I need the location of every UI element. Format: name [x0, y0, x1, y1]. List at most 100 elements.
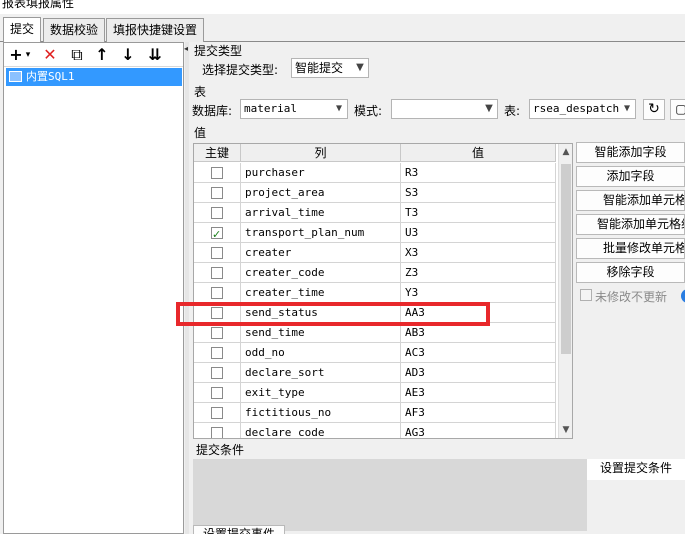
value-cell[interactable]: AE3 [401, 383, 556, 403]
table-row[interactable]: creater X3 [194, 243, 556, 263]
value-cell[interactable]: AD3 [401, 363, 556, 383]
condition-area[interactable] [193, 459, 587, 531]
smart-add-field-button[interactable]: 智能添加字段 [576, 142, 685, 163]
column-cell[interactable]: declare_sort [241, 363, 401, 383]
value-cell[interactable]: Y3 [401, 283, 556, 303]
value-cell[interactable]: AF3 [401, 403, 556, 423]
vertical-scrollbar[interactable]: ▲ ▼ [558, 144, 572, 438]
table-row[interactable]: transport_plan_numU3 [194, 223, 556, 243]
scroll-up-icon[interactable]: ▲ [559, 144, 572, 160]
batch-edit-cell-button[interactable]: 批量修改单元格 [576, 238, 685, 259]
tab-shortcut-settings[interactable]: 填报快捷键设置 [106, 18, 205, 42]
primary-key-cell [194, 423, 241, 438]
column-cell[interactable]: fictitious_no [241, 403, 401, 423]
collapse-arrow-icon[interactable]: ◂ [184, 44, 188, 53]
header-value[interactable]: 值 [401, 144, 556, 162]
value-cell[interactable]: U3 [401, 223, 556, 243]
chevron-down-icon: ▼ [623, 103, 631, 114]
table-row[interactable]: arrival_time T3 [194, 203, 556, 223]
smart-add-cell-button[interactable]: 智能添加单元格 [576, 190, 685, 211]
set-submit-condition-button[interactable]: 设置提交条件 [587, 459, 685, 480]
add-icon[interactable]: + [9, 45, 23, 65]
smart-add-cell-group-button[interactable]: 智能添加单元格组 [576, 214, 685, 235]
add-field-button[interactable]: 添加字段 [576, 166, 685, 187]
pane-splitter[interactable]: ◂ [184, 42, 189, 534]
primary-key-checkbox[interactable] [211, 207, 223, 219]
value-cell[interactable]: S3 [401, 183, 556, 203]
value-cell[interactable]: T3 [401, 203, 556, 223]
move-up-icon[interactable]: ↑ [94, 45, 110, 65]
table-row[interactable]: odd_no AC3 [194, 343, 556, 363]
value-cell[interactable]: X3 [401, 243, 556, 263]
value-cell[interactable]: R3 [401, 163, 556, 183]
table-row[interactable]: fictitious_no AF3 [194, 403, 556, 423]
primary-key-checkbox[interactable] [211, 387, 223, 399]
table-row[interactable]: send_status AA3 [194, 303, 556, 323]
value-cell[interactable]: AA3 [401, 303, 556, 323]
values-section-label: 值 [194, 126, 207, 140]
sort-icon[interactable]: ⇊ [146, 45, 164, 65]
column-cell[interactable]: odd_no [241, 343, 401, 363]
chevron-down-icon: ▼ [356, 62, 364, 73]
primary-key-cell [194, 363, 241, 383]
column-cell[interactable]: send_status [241, 303, 401, 323]
column-cell[interactable]: arrival_time [241, 203, 401, 223]
primary-key-cell [194, 403, 241, 423]
header-column[interactable]: 列 [241, 144, 401, 162]
table-row[interactable]: declare_sort AD3 [194, 363, 556, 383]
no-update-unmodified-checkbox[interactable] [580, 289, 592, 301]
primary-key-checkbox[interactable] [211, 225, 223, 243]
column-cell[interactable]: purchaser [241, 163, 401, 183]
tab-data-validation[interactable]: 数据校验 [43, 18, 106, 42]
submit-type-select[interactable]: 智能提交 ▼ [291, 58, 369, 78]
primary-key-checkbox[interactable] [211, 347, 223, 359]
move-down-icon[interactable]: ↓ [120, 45, 136, 65]
column-cell[interactable]: creater [241, 243, 401, 263]
primary-key-checkbox[interactable] [211, 307, 223, 319]
table-row[interactable]: project_area S3 [194, 183, 556, 203]
primary-key-checkbox[interactable] [211, 287, 223, 299]
table-row[interactable]: declare_code AG3 [194, 423, 556, 438]
table-row[interactable]: creater_code Z3 [194, 263, 556, 283]
primary-key-checkbox[interactable] [211, 247, 223, 259]
column-cell[interactable]: declare_code [241, 423, 401, 438]
table-row[interactable]: creater_time Y3 [194, 283, 556, 303]
scroll-thumb[interactable] [561, 164, 571, 354]
primary-key-checkbox[interactable] [211, 267, 223, 279]
table-select[interactable]: rsea_despatch ▼ [529, 99, 636, 119]
list-toolbar: + ▾ ✕ ⧉ ↑ ↓ ⇊ [4, 43, 183, 67]
table-row[interactable]: exit_type AE3 [194, 383, 556, 403]
column-cell[interactable]: project_area [241, 183, 401, 203]
primary-key-checkbox[interactable] [211, 367, 223, 379]
value-cell[interactable]: AB3 [401, 323, 556, 343]
table-row[interactable]: purchaser R3 [194, 163, 556, 183]
tab-submit[interactable]: 提交 [3, 17, 42, 43]
remove-field-button[interactable]: 移除字段 [576, 262, 685, 283]
primary-key-checkbox[interactable] [211, 407, 223, 419]
set-submit-event-button[interactable]: 设置提交事件 [193, 525, 285, 534]
primary-key-checkbox[interactable] [211, 167, 223, 179]
value-cell[interactable]: AG3 [401, 423, 556, 438]
refresh-button[interactable]: ↻ [643, 99, 665, 120]
tree-item-builtin-sql[interactable]: 内置SQL1 [6, 68, 182, 86]
primary-key-checkbox[interactable] [211, 327, 223, 339]
value-cell[interactable]: AC3 [401, 343, 556, 363]
header-primary-key[interactable]: 主键 [194, 144, 241, 162]
column-cell[interactable]: creater_code [241, 263, 401, 283]
column-cell[interactable]: transport_plan_num [241, 223, 401, 243]
primary-key-checkbox[interactable] [211, 187, 223, 199]
primary-key-checkbox[interactable] [211, 427, 223, 438]
open-table-button[interactable]: ▢ [670, 99, 685, 120]
value-cell[interactable]: Z3 [401, 263, 556, 283]
delete-icon[interactable]: ✕ [42, 45, 58, 65]
database-select[interactable]: material ▼ [240, 99, 348, 119]
scroll-down-icon[interactable]: ▼ [559, 422, 572, 438]
column-cell[interactable]: exit_type [241, 383, 401, 403]
primary-key-cell [194, 243, 241, 263]
schema-select[interactable]: ▼ [391, 99, 498, 119]
column-cell[interactable]: send_time [241, 323, 401, 343]
column-cell[interactable]: creater_time [241, 283, 401, 303]
add-dropdown-icon[interactable]: ▾ [23, 45, 33, 65]
table-row[interactable]: send_time AB3 [194, 323, 556, 343]
copy-icon[interactable]: ⧉ [68, 45, 86, 65]
